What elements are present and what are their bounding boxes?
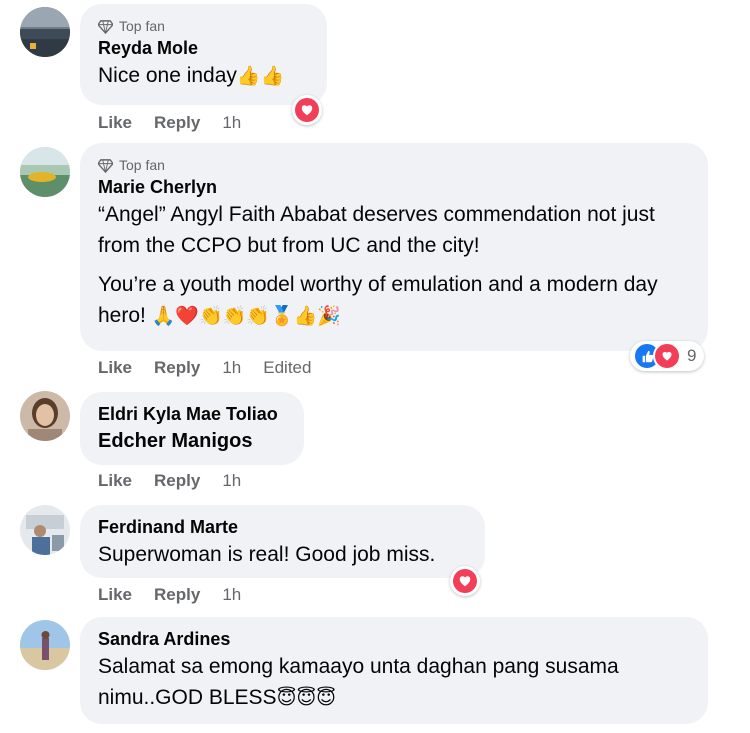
- badge-label: Top fan: [119, 18, 165, 34]
- badge-label: Top fan: [119, 157, 165, 173]
- comment-text: Superwoman is real! Good job miss.: [98, 543, 436, 566]
- avatar[interactable]: [20, 391, 70, 441]
- diamond-icon: [98, 19, 113, 34]
- avatar[interactable]: [20, 620, 70, 670]
- avatar[interactable]: [20, 505, 70, 555]
- like-button[interactable]: Like: [98, 113, 132, 133]
- comment-author[interactable]: Reyda Mole: [98, 36, 309, 60]
- comment-text: Nice one inday👍👍: [98, 64, 285, 87]
- reply-button[interactable]: Reply: [154, 358, 200, 378]
- reply-button[interactable]: Reply: [154, 585, 200, 605]
- emoji-sequence: 👍👍: [236, 65, 285, 87]
- emoji-sequence: 🙏❤️👏👏👏🏅👍🎉: [151, 305, 341, 327]
- top-fan-badge: Top fan: [98, 155, 690, 175]
- heart-reaction-icon: [653, 342, 681, 370]
- comment-bubble: Sandra Ardines Salamat sa emong kamaayo …: [80, 617, 708, 724]
- comment-actions: Like Reply 1h Edited: [98, 358, 333, 378]
- like-button[interactable]: Like: [98, 471, 132, 491]
- emoji-sequence: 😇😇😇: [276, 687, 336, 709]
- timestamp[interactable]: 1h: [222, 358, 241, 378]
- like-button[interactable]: Like: [98, 358, 132, 378]
- comment-author[interactable]: Eldri Kyla Mae Toliao: [98, 402, 286, 426]
- comment-text: Salamat sa emong kamaayo unta daghan pan…: [98, 655, 619, 709]
- timestamp[interactable]: 1h: [222, 113, 241, 133]
- comment-bubble: Top fan Marie Cherlyn “Angel” Angyl Fait…: [80, 143, 708, 351]
- reply-button[interactable]: Reply: [154, 471, 200, 491]
- avatar[interactable]: [20, 7, 70, 57]
- top-fan-badge: Top fan: [98, 16, 309, 36]
- avatar[interactable]: [20, 147, 70, 197]
- diamond-icon: [98, 158, 113, 173]
- comment-author[interactable]: Marie Cherlyn: [98, 175, 690, 199]
- tagged-user-link[interactable]: Edcher Manigos: [98, 426, 286, 457]
- comment-bubble: Top fan Reyda Mole Nice one inday👍👍: [80, 4, 327, 105]
- comment-text: “Angel” Angyl Faith Ababat deserves comm…: [98, 203, 658, 327]
- reply-button[interactable]: Reply: [154, 113, 200, 133]
- comment-author[interactable]: Ferdinand Marte: [98, 515, 467, 539]
- comment-bubble: Eldri Kyla Mae Toliao Edcher Manigos: [80, 392, 304, 465]
- like-button[interactable]: Like: [98, 585, 132, 605]
- comment-bubble: Ferdinand Marte Superwoman is real! Good…: [80, 505, 485, 578]
- heart-reaction-icon[interactable]: [292, 95, 322, 125]
- timestamp[interactable]: 1h: [222, 471, 241, 491]
- comment-actions: Like Reply 1h: [98, 585, 263, 605]
- reaction-summary[interactable]: 9: [630, 341, 705, 371]
- edited-label[interactable]: Edited: [263, 358, 311, 378]
- comment-actions: Like Reply 1h: [98, 113, 263, 133]
- heart-reaction-icon[interactable]: [450, 566, 480, 596]
- reaction-count: 9: [687, 346, 697, 365]
- comment-actions: Like Reply 1h: [98, 471, 263, 491]
- timestamp[interactable]: 1h: [222, 585, 241, 605]
- comment-author[interactable]: Sandra Ardines: [98, 627, 690, 651]
